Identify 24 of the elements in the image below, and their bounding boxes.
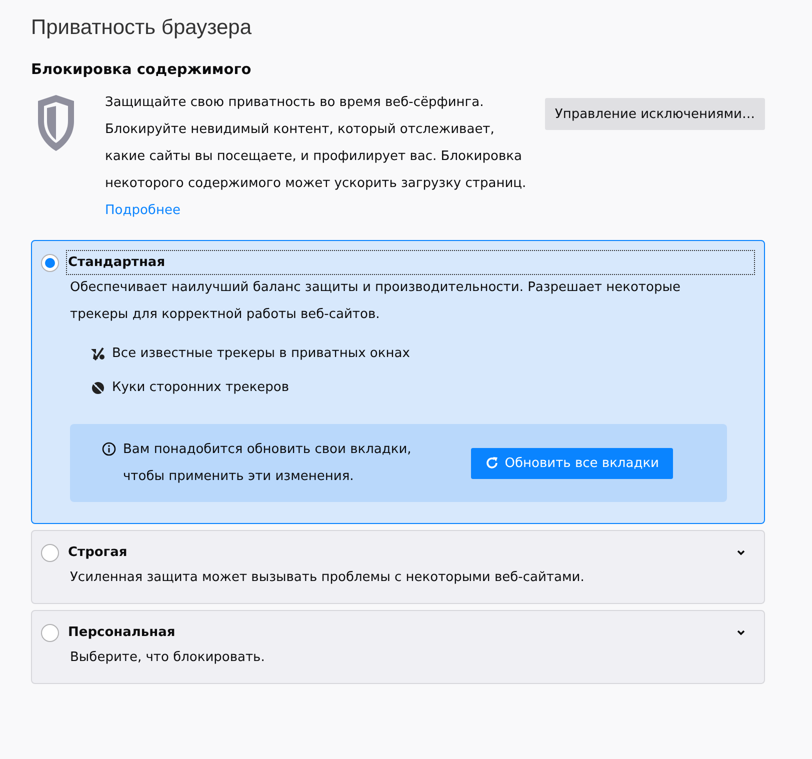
page-title: Приватность браузера [31, 16, 253, 40]
reload-tabs-button[interactable]: Обновить все вкладки [470, 448, 673, 478]
notice-text: Вам понадобится обновить свои вкладки, чтобы применить эти изменения. [123, 441, 412, 486]
section-heading: Блокировка содержимого [31, 62, 252, 78]
reload-icon [484, 456, 499, 470]
option-description: Выберите, что блокировать. [70, 649, 266, 667]
tracker-icon [90, 346, 106, 360]
blocked-item-label: Все известные трекеры в приватных окнах [112, 346, 410, 361]
option-description: Обеспечивает наилучший баланс защиты и производительности. Разрешает некоторые трекеры для корректной работы веб-сайтов. [70, 279, 682, 324]
option-description: Усиленная защита может вызывать проблемы с некоторыми веб-сайтами. [70, 569, 586, 587]
manage-exceptions-button[interactable]: Управление исключениями… [544, 98, 765, 130]
info-icon [102, 442, 116, 456]
description-text: Защищайте свою приватность во время веб-сёрфинга. Блокируйте невидимый контент, который отслеживает, какие сайты вы посещаете, и профилирует вас. Блокировка некоторого содержимого может ускорить загрузку страниц. [105, 94, 528, 193]
learn-more-link[interactable]: Подробнее [105, 197, 180, 224]
radio-button[interactable] [41, 624, 59, 642]
blocked-item-label: Куки сторонних трекеров [112, 380, 290, 395]
option-title: Строгая [67, 544, 128, 562]
option-title: Персональная [67, 624, 176, 642]
shield-icon [36, 93, 76, 153]
chevron-down-icon[interactable] [736, 628, 746, 638]
radio-button[interactable] [41, 254, 59, 272]
chevron-down-icon[interactable] [736, 548, 746, 558]
radio-button[interactable] [41, 544, 59, 562]
option-title: Стандартная [67, 251, 754, 274]
